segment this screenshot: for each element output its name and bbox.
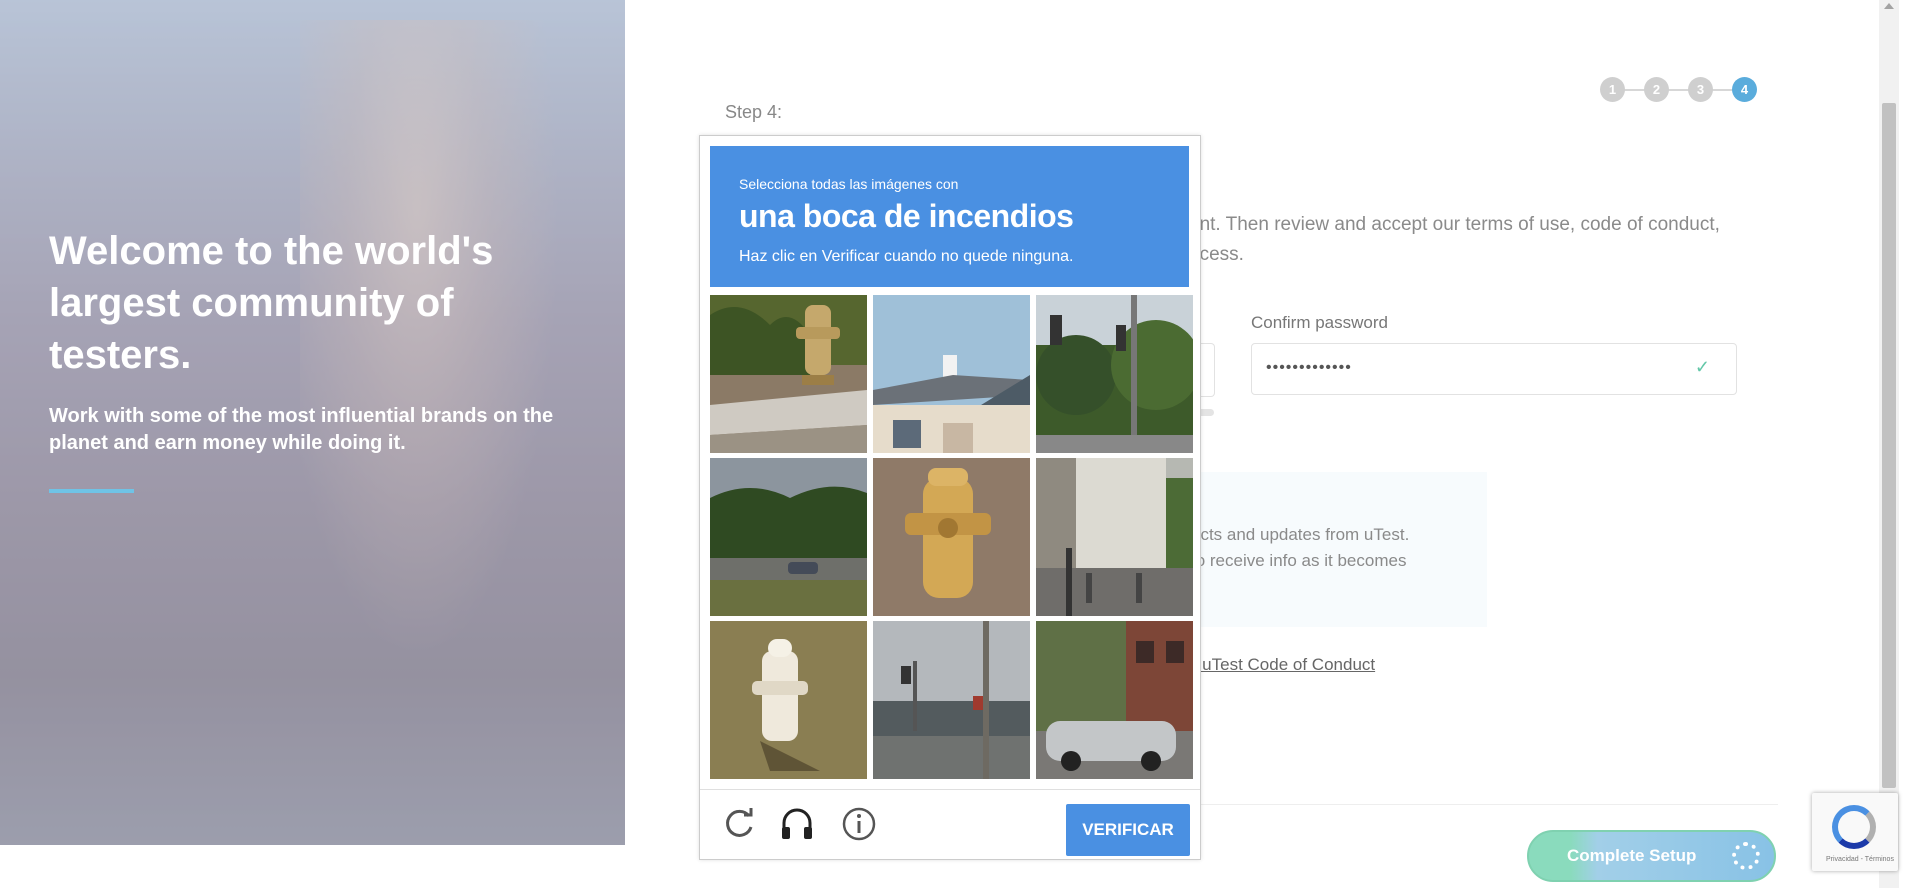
hero-title: Welcome to the world's largest community… — [49, 229, 494, 377]
verify-button[interactable]: VERIFICAR — [1066, 804, 1190, 856]
complete-setup-button[interactable]: Complete Setup — [1527, 830, 1776, 882]
captcha-hint: Haz clic en Verificar cuando no quede ni… — [739, 248, 1074, 265]
captcha-tile-7[interactable] — [710, 621, 867, 779]
hero-subtitle: Work with some of the most influential b… — [49, 405, 554, 454]
captcha-tile-9[interactable] — [1036, 621, 1193, 779]
reload-icon[interactable] — [720, 805, 758, 843]
page-scrollbar[interactable] — [1879, 0, 1899, 888]
captcha-tile-4[interactable] — [710, 458, 867, 616]
audio-icon[interactable] — [778, 805, 816, 843]
recaptcha-badge[interactable]: Privacidad - Términos — [1812, 793, 1898, 871]
scroll-up-arrow-icon[interactable] — [1884, 3, 1894, 9]
captcha-tile-8[interactable] — [873, 621, 1030, 779]
stepper-line — [1612, 89, 1742, 91]
optin-line-1: ects and updates from uTest. — [1191, 525, 1410, 544]
code-of-conduct-link[interactable]: e uTest Code of Conduct — [1188, 655, 1375, 675]
captcha-header: Selecciona todas las imágenes con una bo… — [710, 146, 1189, 287]
confirm-password-value: ••••••••••••• — [1266, 359, 1352, 376]
captcha-tile-5[interactable] — [873, 458, 1030, 616]
step-1: 1 — [1600, 77, 1625, 102]
recaptcha-logo-icon — [1832, 805, 1876, 849]
form-divider — [1185, 804, 1778, 805]
captcha-target: una boca de incendios — [739, 198, 1074, 234]
loading-spinner-icon — [1732, 842, 1760, 870]
hero-panel: Welcome to the world's largest community… — [0, 0, 625, 845]
confirm-password-field[interactable]: ••••••••••••• ✓ — [1251, 343, 1737, 395]
step-4: 4 — [1732, 77, 1757, 102]
step-2: 2 — [1644, 77, 1669, 102]
captcha-tile-3[interactable] — [1036, 295, 1193, 453]
step-label: Step 4: — [725, 102, 783, 122]
hero-content: Welcome to the world's largest community… — [49, 225, 569, 493]
captcha-footer: VERIFICAR — [700, 789, 1200, 860]
confirm-password-label: Confirm password — [1251, 313, 1388, 332]
form-description: unt. Then review and accept our terms of… — [1189, 214, 1720, 265]
step-3: 3 — [1688, 77, 1713, 102]
recaptcha-terms[interactable]: Privacidad - Términos — [1826, 856, 1894, 863]
captcha-challenge: Selecciona todas las imágenes con una bo… — [699, 135, 1201, 860]
hero-accent-line — [49, 489, 134, 493]
stepper: 1 2 3 4 — [1600, 77, 1760, 102]
captcha-instruction: Selecciona todas las imágenes con — [739, 176, 959, 192]
checkmark-icon: ✓ — [1694, 357, 1710, 377]
captcha-tile-1[interactable] — [710, 295, 867, 453]
complete-setup-label: Complete Setup — [1567, 846, 1697, 865]
captcha-tile-2[interactable] — [873, 295, 1030, 453]
info-icon[interactable] — [840, 805, 878, 843]
scroll-thumb[interactable] — [1882, 103, 1896, 788]
captcha-tile-6[interactable] — [1036, 458, 1193, 616]
optin-line-2: to receive info as it becomes — [1191, 551, 1407, 570]
newsletter-optin-text: ects and updates from uTest. to receive … — [1191, 522, 1491, 574]
